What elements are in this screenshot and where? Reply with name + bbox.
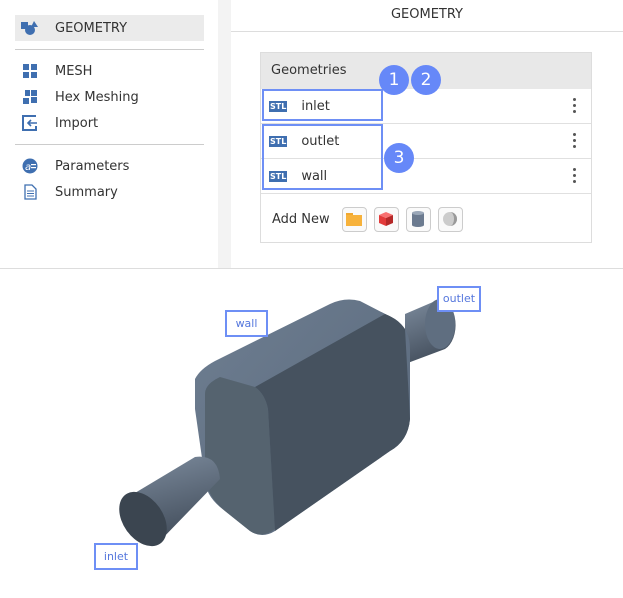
- mesh-grid-icon: [21, 62, 39, 80]
- sidebar-item-summary[interactable]: Summary: [15, 179, 204, 205]
- add-sphere-button[interactable]: [437, 206, 463, 232]
- step-badge-2: 2: [411, 65, 441, 95]
- parameters-icon: a: [21, 157, 39, 175]
- selection-box-outlet-wall: [262, 124, 383, 190]
- page-title: GEOMETRY: [231, 0, 623, 32]
- sidebar-item-geometry[interactable]: GEOMETRY: [15, 15, 204, 41]
- sidebar-item-label: GEOMETRY: [55, 20, 128, 36]
- label-wall[interactable]: wall: [225, 310, 268, 337]
- panel-splitter[interactable]: [218, 0, 231, 268]
- folder-icon: [346, 212, 363, 226]
- label-outlet[interactable]: outlet: [437, 286, 481, 312]
- sidebar-item-label: Summary: [55, 184, 118, 200]
- label-inlet[interactable]: inlet: [94, 543, 138, 570]
- sidebar-item-hex-meshing[interactable]: Hex Meshing: [15, 84, 204, 110]
- sidebar: GEOMETRY MESH Hex Meshing Import a Param…: [0, 0, 218, 268]
- muffler-model: [119, 299, 456, 547]
- sidebar-item-parameters[interactable]: a Parameters: [15, 153, 204, 179]
- sidebar-item-import[interactable]: Import: [15, 110, 204, 136]
- divider: [15, 49, 204, 50]
- step-badge-1: 1: [379, 65, 409, 95]
- sidebar-item-label: Hex Meshing: [55, 89, 139, 105]
- svg-text:a: a: [25, 162, 31, 173]
- cylinder-icon: [412, 211, 425, 227]
- add-cube-button[interactable]: [373, 206, 399, 232]
- more-options-icon[interactable]: [573, 168, 577, 186]
- add-new-label: Add New: [272, 211, 330, 227]
- import-icon: [21, 114, 39, 132]
- add-folder-button[interactable]: [341, 206, 367, 232]
- geometry-shapes-icon: [21, 19, 39, 37]
- sphere-icon: [443, 212, 458, 226]
- summary-document-icon: [21, 183, 39, 201]
- more-options-icon[interactable]: [573, 133, 577, 151]
- sidebar-item-label: Parameters: [55, 158, 130, 174]
- divider: [15, 144, 204, 145]
- more-options-icon[interactable]: [573, 98, 577, 116]
- sidebar-item-mesh[interactable]: MESH: [15, 58, 204, 84]
- add-new-row: Add New: [261, 194, 591, 244]
- step-badge-3: 3: [384, 143, 414, 173]
- selection-box-inlet: [262, 89, 383, 121]
- sidebar-item-label: MESH: [55, 63, 93, 79]
- sidebar-item-label: Import: [55, 115, 99, 131]
- add-cylinder-button[interactable]: [405, 206, 431, 232]
- hex-meshing-icon: [21, 88, 39, 106]
- cube-icon: [379, 212, 394, 226]
